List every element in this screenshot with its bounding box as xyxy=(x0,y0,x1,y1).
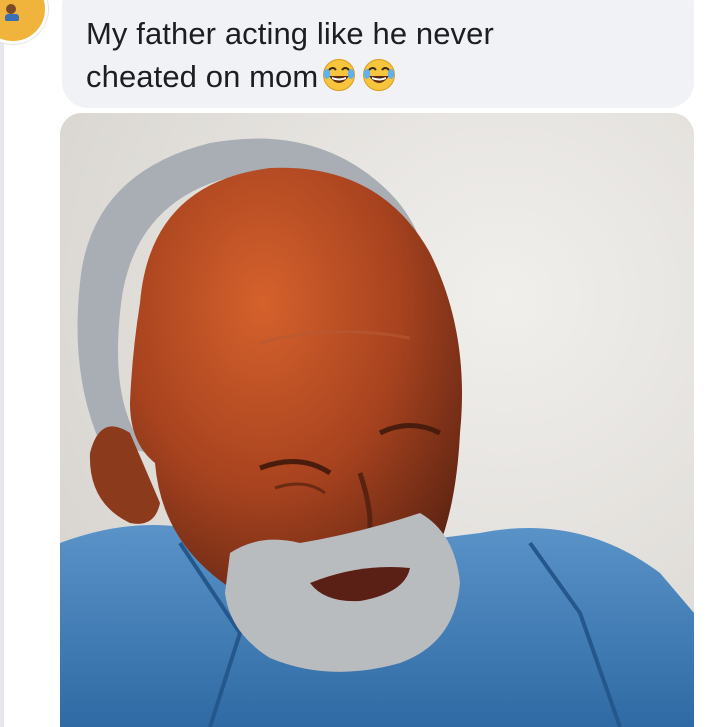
comment-line-2-text: cheated on mom xyxy=(86,59,319,94)
comment-line-2: cheated on mom xyxy=(86,55,646,98)
avatar-figure-icon xyxy=(5,4,19,21)
left-divider xyxy=(0,0,4,727)
comment-line-1: My father acting like he never xyxy=(86,16,494,51)
avatar[interactable] xyxy=(0,0,48,44)
attached-photo[interactable] xyxy=(60,113,694,727)
face-with-tears-of-joy-icon xyxy=(323,59,356,91)
face-with-tears-of-joy-icon xyxy=(363,59,396,91)
comment-text: My father acting like he never cheated o… xyxy=(86,12,646,98)
photo-man-grimacing xyxy=(60,113,694,727)
